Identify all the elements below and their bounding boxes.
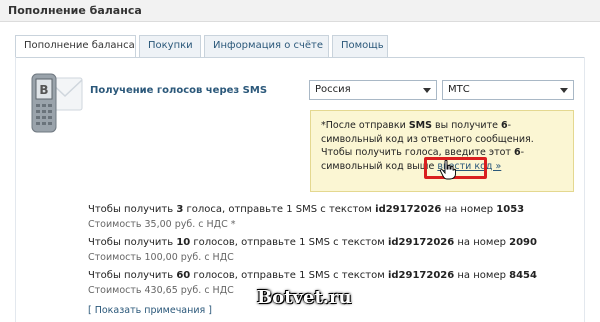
tab-account-info[interactable]: Информация о счёте bbox=[204, 35, 329, 57]
offer-short-number: 1053 bbox=[496, 204, 525, 215]
offer-votes: 10 bbox=[176, 237, 191, 248]
notice-digit-bold: 6 bbox=[501, 120, 508, 131]
show-notes-link[interactable]: [ Показать примечания ] bbox=[88, 305, 212, 316]
offer-text: на номер bbox=[441, 204, 497, 215]
sms-offer-line: Чтобы получить 10 голосов, отправьте 1 S… bbox=[88, 237, 537, 248]
offer-cost: Стоимость 430,65 руб. с НДС bbox=[88, 285, 234, 296]
offer-text: Чтобы получить bbox=[88, 270, 177, 281]
offer-cost: Стоимость 100,00 руб. с НДС bbox=[88, 252, 234, 263]
hand-cursor-icon bbox=[440, 160, 456, 180]
offer-short-number: 8454 bbox=[509, 270, 537, 281]
sms-offer-line: Чтобы получить 3 голоса, отправьте 1 SMS… bbox=[88, 204, 524, 215]
svg-text:B: B bbox=[39, 83, 48, 97]
sms-offer-line: Чтобы получить 60 голосов, отправьте 1 S… bbox=[88, 270, 537, 281]
header-bar: Пополнение баланса bbox=[0, 0, 600, 22]
notice-text-part: вы получите bbox=[431, 120, 501, 131]
chevron-down-icon bbox=[423, 88, 431, 93]
offer-text: Чтобы получить bbox=[88, 204, 177, 215]
offer-short-number: 2090 bbox=[509, 237, 537, 248]
tab-purchases[interactable]: Покупки bbox=[139, 35, 201, 57]
offer-text: голосов, отправьте 1 SMS с текстом bbox=[190, 237, 388, 248]
offer-text: на номер bbox=[454, 237, 510, 248]
offer-sms-code: id29172026 bbox=[387, 270, 455, 281]
notice-text-part: *После отправки bbox=[321, 120, 409, 131]
watermark-logo: Botvet.ru bbox=[257, 287, 352, 308]
offer-sms-code: id29172026 bbox=[387, 237, 455, 248]
country-select[interactable]: Россия bbox=[309, 80, 437, 100]
tab-balance-topup[interactable]: Пополнение баланса bbox=[15, 35, 136, 58]
page-title: Пополнение баланса bbox=[8, 4, 142, 17]
offer-cost: Стоимость 35,00 руб. с НДС * bbox=[88, 219, 236, 230]
notice-sms-bold: SMS bbox=[408, 120, 432, 131]
phone-sms-icon: B bbox=[31, 73, 83, 133]
notice-digit-bold: 6 bbox=[513, 147, 521, 158]
offer-text: Чтобы получить bbox=[88, 237, 177, 248]
offer-text: голоса, отправьте 1 SMS с текстом bbox=[183, 204, 376, 215]
tab-help[interactable]: Помощь bbox=[332, 35, 388, 57]
offer-text: голосов, отправьте 1 SMS с текстом bbox=[190, 270, 388, 281]
offer-text: на номер bbox=[454, 270, 510, 281]
sms-section-title: Получение голосов через SMS bbox=[90, 85, 268, 96]
chevron-down-icon bbox=[560, 88, 568, 93]
operator-select-value: МТС bbox=[448, 84, 470, 95]
offer-votes: 60 bbox=[176, 270, 191, 281]
offer-sms-code: id29172026 bbox=[375, 204, 442, 215]
country-select-value: Россия bbox=[315, 84, 351, 95]
operator-select[interactable]: МТС bbox=[442, 80, 574, 100]
